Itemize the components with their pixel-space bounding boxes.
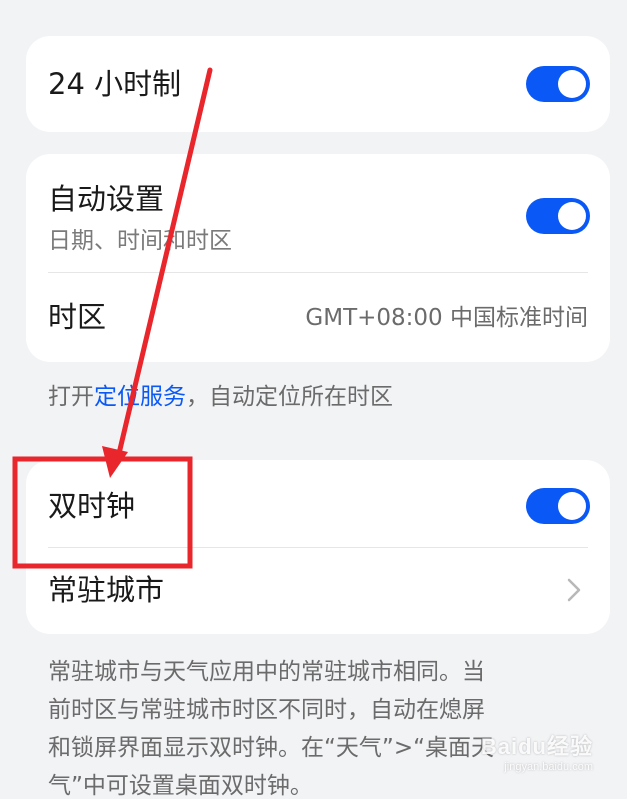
- home-city-row[interactable]: 常驻城市: [26, 548, 610, 634]
- location-service-link[interactable]: 定位服务: [94, 384, 186, 410]
- dual-clock-row[interactable]: 双时钟: [26, 460, 610, 546]
- chevron-right-icon: [567, 578, 581, 602]
- clock24-label: 24 小时制: [48, 67, 182, 101]
- clock24-toggle[interactable]: [526, 66, 590, 102]
- location-hint-prefix: 打开: [48, 384, 94, 410]
- date-time-settings-screen: 24 小时制 自动设置 日期、时间和时区 时区 GMT+08:00 中国标准时间…: [0, 0, 627, 799]
- dual-clock-toggle[interactable]: [526, 488, 590, 524]
- dual-clock-description: 常驻城市与天气应用中的常驻城市相同。当 前时区与常驻城市时区不同时，自动在熄屏 …: [48, 653, 593, 799]
- clock24-row[interactable]: 24 小时制: [26, 36, 610, 132]
- description-line: 常驻城市与天气应用中的常驻城市相同。当: [48, 659, 485, 685]
- watermark-sub: jingyan.baidu.com: [504, 761, 593, 773]
- auto-setting-sublabel: 日期、时间和时区: [48, 228, 232, 254]
- timezone-row[interactable]: 时区 GMT+08:00 中国标准时间: [26, 273, 610, 362]
- home-city-label: 常驻城市: [48, 573, 165, 607]
- location-hint: 打开定位服务，自动定位所在时区: [48, 386, 393, 409]
- timezone-label: 时区: [48, 300, 107, 334]
- clock24-card: 24 小时制: [26, 36, 610, 132]
- toggle-knob: [558, 202, 586, 230]
- description-line: 前时区与常驻城市时区不同时，自动在熄屏: [48, 697, 485, 723]
- dual-clock-label: 双时钟: [48, 489, 136, 523]
- timezone-value: GMT+08:00 中国标准时间: [305, 305, 588, 331]
- auto-setting-label: 自动设置: [48, 182, 165, 216]
- toggle-knob: [558, 492, 586, 520]
- auto-setting-row[interactable]: 自动设置 日期、时间和时区: [26, 154, 610, 272]
- toggle-knob: [558, 70, 586, 98]
- watermark-main: Baidu经验: [480, 734, 593, 759]
- auto-setting-toggle[interactable]: [526, 198, 590, 234]
- location-hint-suffix: ，自动定位所在时区: [186, 384, 393, 410]
- dual-clock-card: 双时钟 常驻城市: [26, 460, 610, 634]
- watermark: Baidu经验 jingyan.baidu.com: [481, 729, 593, 773]
- auto-settings-card: 自动设置 日期、时间和时区 时区 GMT+08:00 中国标准时间: [26, 154, 610, 362]
